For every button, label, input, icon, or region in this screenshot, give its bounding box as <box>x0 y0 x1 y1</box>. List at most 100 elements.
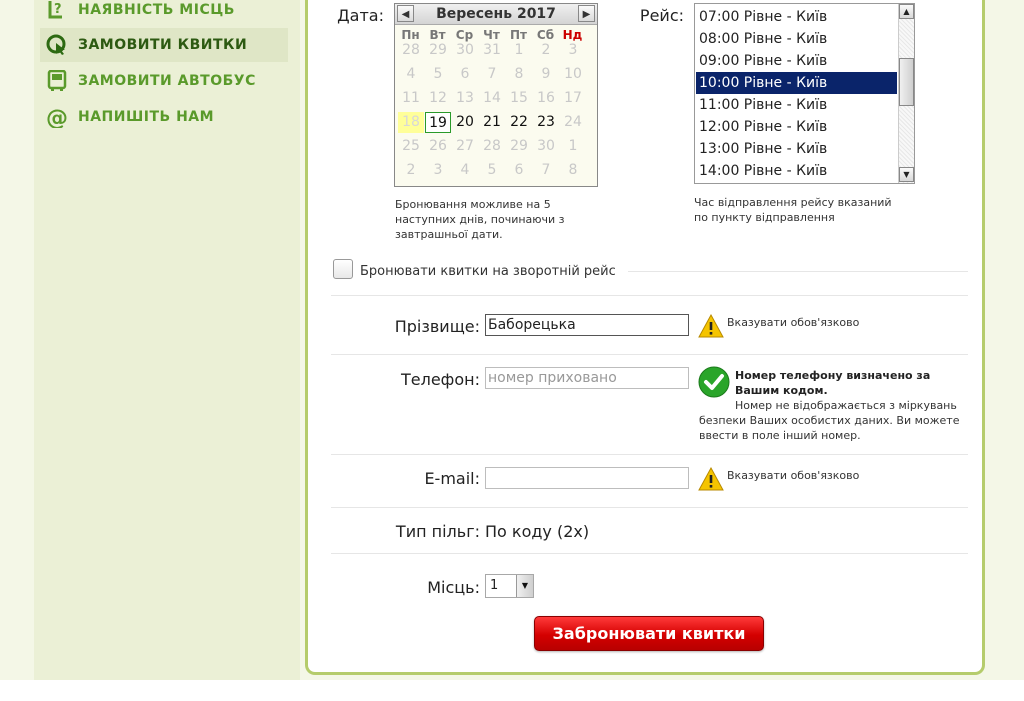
calendar-day: 3 <box>433 162 443 178</box>
date-hint: Бронювання можливе на 5 наступних днів, … <box>395 197 595 242</box>
separator <box>331 454 968 455</box>
route-option[interactable]: 12:00 Рівне - Київ <box>696 116 897 138</box>
calendar-prev-button[interactable]: ◀ <box>397 5 414 22</box>
return-trip-label: Бронювати квитки на зворотній рейс <box>360 264 616 279</box>
route-option[interactable]: 13:00 Рівне - Київ <box>696 138 897 160</box>
calendar-day: 13 <box>456 90 474 106</box>
nav-item-write-us[interactable]: @ НАПИШІТЬ НАМ <box>40 100 288 134</box>
phone-hint: Номер не відображається з міркувань безп… <box>699 398 969 443</box>
calendar-day: 30 <box>537 138 555 154</box>
nav-item-seat-availability[interactable]: ? НАЯВНІСТЬ МІСЦЬ <box>40 0 288 27</box>
nav-label: ЗАМОВИТИ КВИТКИ <box>78 37 248 53</box>
route-listbox[interactable]: 14:00 Рівне - Київ 13:00 Рівне - Київ 12:0… <box>694 3 915 184</box>
separator <box>331 354 968 355</box>
calendar-day[interactable]: 22 <box>506 112 532 133</box>
email-label: E-mail: <box>424 469 480 488</box>
date-calendar: ◀ Вересень 2017 ▶ Пн Вт Ср Чт Пт Сб Нд 28 29 30 31… <box>394 3 598 187</box>
separator <box>331 507 968 508</box>
calendar-day: 6 <box>460 66 470 82</box>
warning-icon <box>698 314 724 338</box>
calendar-day[interactable]: 20 <box>452 112 478 133</box>
nav-item-order-bus[interactable]: ЗАМОВИТИ АВТОБУС <box>40 64 288 98</box>
route-option[interactable]: 11:00 Рівне - Київ <box>696 94 897 116</box>
calendar-day: 5 <box>487 162 497 178</box>
calendar-day: 11 <box>402 90 420 106</box>
calendar-day: 4 <box>460 162 470 178</box>
surname-input[interactable] <box>485 314 689 336</box>
email-input[interactable] <box>485 467 689 489</box>
calendar-day: 8 <box>568 162 578 178</box>
seat-question-icon: ? <box>46 0 68 21</box>
chevron-down-icon[interactable]: ▼ <box>516 575 533 597</box>
phone-input[interactable] <box>485 367 689 389</box>
email-required-hint: Вказувати обов'язково <box>727 469 860 482</box>
seats-select[interactable]: 1 ▼ <box>485 574 534 598</box>
calendar-day: 7 <box>487 66 497 82</box>
calendar-day: 27 <box>456 138 474 154</box>
svg-text:@: @ <box>46 106 68 128</box>
calendar-day[interactable]: 23 <box>533 112 559 133</box>
calendar-day: 31 <box>483 42 501 58</box>
calendar-day: 28 <box>483 138 501 154</box>
calendar-day: 16 <box>537 90 555 106</box>
calendar-day: 2 <box>541 42 551 58</box>
route-label: Рейс: <box>639 6 684 25</box>
separator <box>628 271 968 272</box>
phone-hint-bold-line: Вашим кодом. <box>735 384 828 397</box>
calendar-day: 14 <box>483 90 501 106</box>
phone-hint-bold: Номер телефону визначено за Вашим кодом. <box>735 368 930 398</box>
surname-required-hint: Вказувати обов'язково <box>727 316 860 329</box>
route-option[interactable]: 09:00 Рівне - Київ <box>696 50 897 72</box>
scroll-thumb[interactable] <box>899 58 914 106</box>
benefit-value: По коду (2х) <box>485 522 590 541</box>
separator <box>331 295 968 296</box>
calendar-day: 7 <box>541 162 551 178</box>
calendar-day: 9 <box>541 66 551 82</box>
calendar-day: 8 <box>514 66 524 82</box>
calendar-header: ◀ Вересень 2017 ▶ <box>395 4 597 25</box>
phone-hint-line: безпеки Ваших особистих даних. Ви можете <box>699 414 960 427</box>
date-hint-line: наступних днів, починаючи з <box>395 213 565 226</box>
calendar-day: 10 <box>564 66 582 82</box>
scroll-down-button[interactable]: ▼ <box>899 167 914 182</box>
date-hint-line: завтрашньої дати. <box>395 228 503 241</box>
calendar-month-title: Вересень 2017 <box>436 6 556 22</box>
book-tickets-button[interactable]: Забронювати квитки <box>534 616 764 651</box>
route-hint: Час відправлення рейсу вказаний по пункт… <box>694 195 914 225</box>
calendar-day: 28 <box>402 42 420 58</box>
calendar-next-button[interactable]: ▶ <box>578 5 595 22</box>
check-icon <box>698 366 730 398</box>
route-hint-line: по пункту відправлення <box>694 211 835 224</box>
route-option[interactable]: 14:00 Рівне - Київ <box>696 160 897 182</box>
phone-label: Телефон: <box>400 370 480 389</box>
route-option[interactable]: 07:00 Рівне - Київ <box>696 6 897 28</box>
phone-hint-line: ввести в поле інший номер. <box>699 429 861 442</box>
at-sign-icon: @ <box>46 106 68 128</box>
date-hint-line: Бронювання можливе на 5 <box>395 198 551 211</box>
calendar-day: 29 <box>429 42 447 58</box>
separator <box>331 553 968 554</box>
ticket-cursor-icon <box>46 34 68 56</box>
return-trip-checkbox[interactable] <box>333 259 353 279</box>
calendar-day: 30 <box>456 42 474 58</box>
calendar-day: 24 <box>564 114 582 130</box>
phone-hint-line: Номер не відображається з міркувань <box>735 399 957 412</box>
nav-label: ЗАМОВИТИ АВТОБУС <box>78 73 256 89</box>
svg-text:?: ? <box>54 2 62 17</box>
route-option-selected[interactable]: 10:00 Рівне - Київ <box>696 72 897 94</box>
calendar-day-selected[interactable]: 19 <box>425 112 451 133</box>
calendar-day: 1 <box>568 138 578 154</box>
surname-label: Прізвище: <box>394 317 480 336</box>
calendar-day[interactable]: 21 <box>479 112 505 133</box>
scroll-up-button[interactable]: ▲ <box>899 4 914 19</box>
route-option[interactable]: 08:00 Рівне - Київ <box>696 28 897 50</box>
seats-label: Місць: <box>427 578 480 597</box>
calendar-day: 15 <box>510 90 528 106</box>
route-scrollbar[interactable]: ▲ ▼ <box>898 4 914 183</box>
phone-hint-bold-line: Номер телефону визначено за <box>735 369 931 382</box>
calendar-day: 6 <box>514 162 524 178</box>
calendar-day: 1 <box>514 42 524 58</box>
nav-item-order-tickets[interactable]: ЗАМОВИТИ КВИТКИ <box>40 28 288 62</box>
calendar-day: 3 <box>568 42 578 58</box>
nav-label: НАЯВНІСТЬ МІСЦЬ <box>78 2 235 18</box>
